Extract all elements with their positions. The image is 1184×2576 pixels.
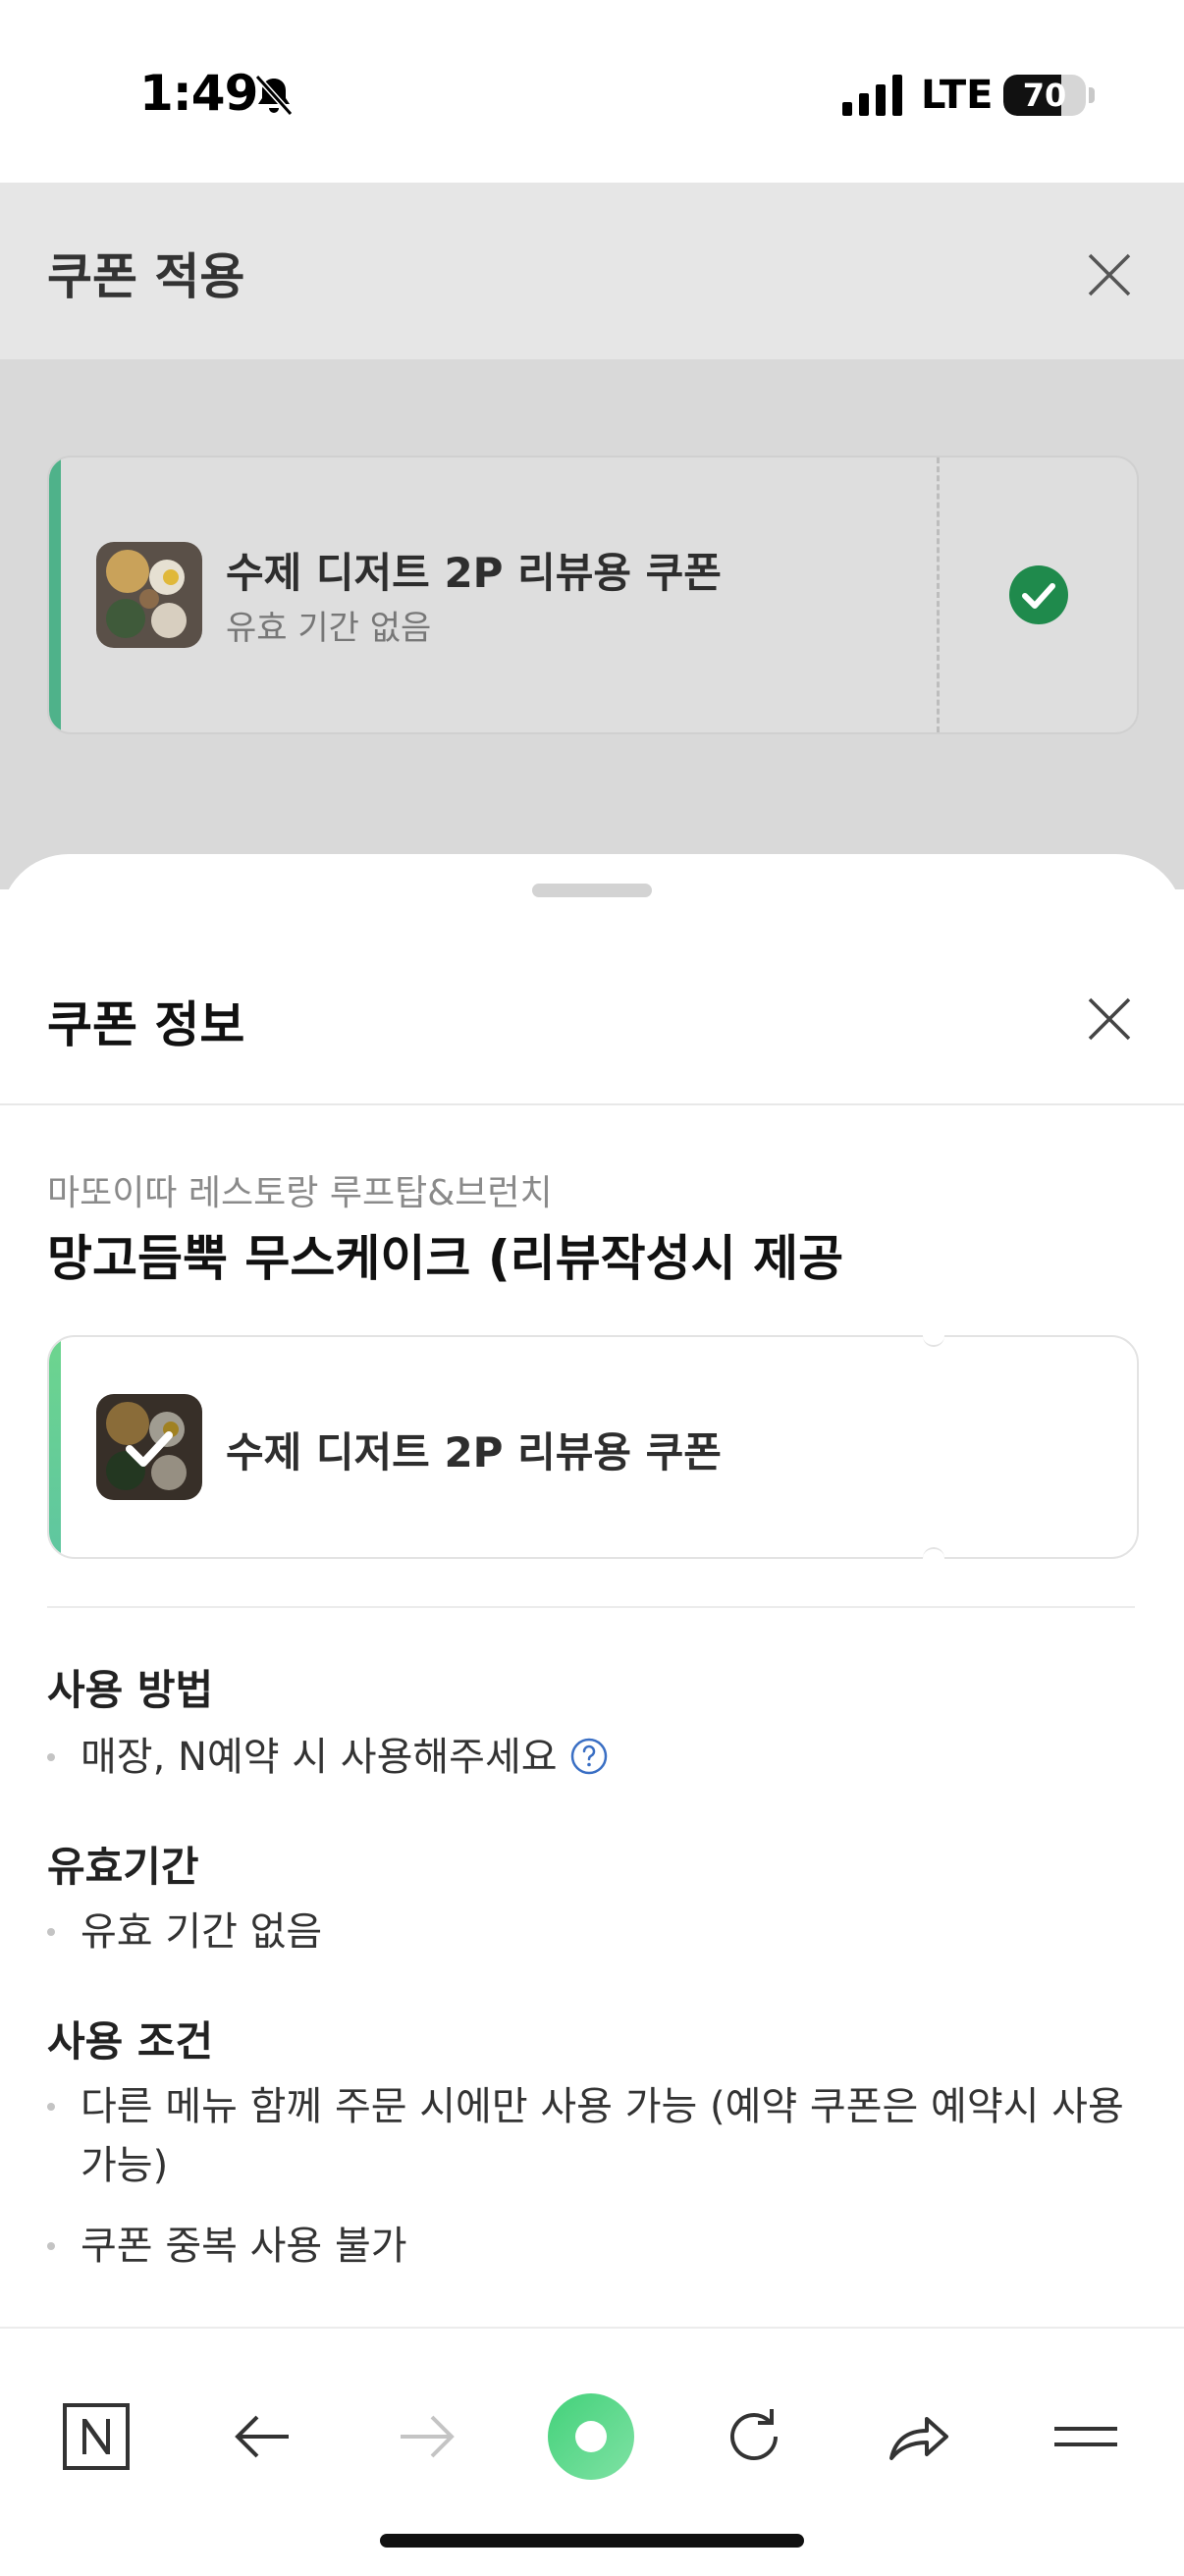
- close-icon[interactable]: [1084, 249, 1135, 300]
- battery-level: 70: [1022, 77, 1067, 114]
- share-icon[interactable]: [880, 2397, 958, 2476]
- background-coupon-card[interactable]: 수제 디저트 2P 리뷰용 쿠폰 유효 기간 없음: [47, 456, 1139, 734]
- background-title: 쿠폰 적용: [47, 248, 245, 305]
- coupon-thumbnail: [96, 1394, 202, 1500]
- coupon-name: 수제 디저트 2P 리뷰용 쿠폰: [226, 1428, 722, 1476]
- home-indicator[interactable]: [380, 2534, 804, 2548]
- store-name: 마또이따 레스토랑 루프탑&브런치: [47, 1173, 553, 1213]
- network-type: LTE: [921, 73, 994, 118]
- help-icon[interactable]: [569, 1737, 609, 1776]
- menu-icon[interactable]: [1047, 2397, 1125, 2476]
- background-page: 쿠폰 적용 수제 디저트 2P 리뷰용 쿠폰 유효 기간 없음: [0, 183, 1184, 889]
- reload-icon[interactable]: [715, 2397, 793, 2476]
- content-divider: [47, 1606, 1135, 1608]
- bullet-dot: [47, 2242, 55, 2250]
- battery-icon: 70: [1003, 75, 1086, 116]
- check-circle-icon[interactable]: [1007, 564, 1070, 626]
- coupon-stripe: [49, 1337, 61, 1557]
- section-title-validity: 유효기간: [47, 1843, 199, 1891]
- battery-cap: [1089, 87, 1095, 103]
- forward-arrow-icon[interactable]: [387, 2397, 465, 2476]
- naver-home-icon[interactable]: [57, 2397, 135, 2476]
- background-coupon-validity: 유효 기간 없음: [226, 609, 432, 648]
- coupon-info-sheet: 쿠폰 정보 마또이따 레스토랑 루프탑&브런치 망고듬뿍 무스케이크 (리뷰작성…: [0, 854, 1184, 2327]
- sheet-drag-handle[interactable]: [532, 884, 652, 897]
- list-item: 쿠폰 중복 사용 불가: [47, 2217, 407, 2276]
- list-item-text: 쿠폰 중복 사용 불가: [81, 2224, 407, 2269]
- bullet-dot: [47, 1928, 55, 1936]
- close-icon[interactable]: [1084, 993, 1135, 1045]
- list-item: 다른 메뉴 함께 주문 시에만 사용 가능 (예약 쿠폰은 예약시 사용 가능): [47, 2077, 1147, 2195]
- sheet-divider: [0, 1103, 1184, 1105]
- section-title-usage: 사용 방법: [47, 1666, 214, 1714]
- coupon-stripe: [49, 457, 61, 732]
- background-coupon-name: 수제 디저트 2P 리뷰용 쿠폰: [226, 549, 722, 597]
- bullet-dot: [47, 1753, 55, 1761]
- signal-bars-icon: [842, 75, 902, 116]
- usage-text: 매장, N예약 시 사용해주세요: [81, 1735, 558, 1780]
- back-arrow-icon[interactable]: [224, 2397, 302, 2476]
- list-item: 매장, N예약 시 사용해주세요: [47, 1728, 609, 1787]
- section-title-conditions: 사용 조건: [47, 2017, 214, 2066]
- list-item-text: 유효 기간 없음: [81, 1909, 323, 1955]
- bullet-dot: [47, 2103, 55, 2111]
- bell-slash-icon: [254, 74, 294, 117]
- coupon-dashed-divider: [937, 457, 940, 732]
- green-dot-icon[interactable]: [546, 2391, 636, 2482]
- list-item: 유효 기간 없음: [47, 1903, 322, 1961]
- status-time: 1:49: [139, 65, 258, 122]
- sheet-title: 쿠폰 정보: [47, 996, 245, 1053]
- list-item-text: 다른 메뉴 함께 주문 시에만 사용 가능 (예약 쿠폰은 예약시 사용 가능): [81, 2084, 1124, 2188]
- coupon-thumbnail: [96, 542, 202, 648]
- status-bar: 1:49 LTE 70: [0, 0, 1184, 183]
- background-header: 쿠폰 적용: [0, 183, 1184, 359]
- menu-title: 망고듬뿍 무스케이크 (리뷰작성시 제공: [47, 1230, 844, 1287]
- list-item-text: 매장, N예약 시 사용해주세요: [81, 1728, 609, 1787]
- coupon-card: 수제 디저트 2P 리뷰용 쿠폰: [47, 1335, 1139, 1559]
